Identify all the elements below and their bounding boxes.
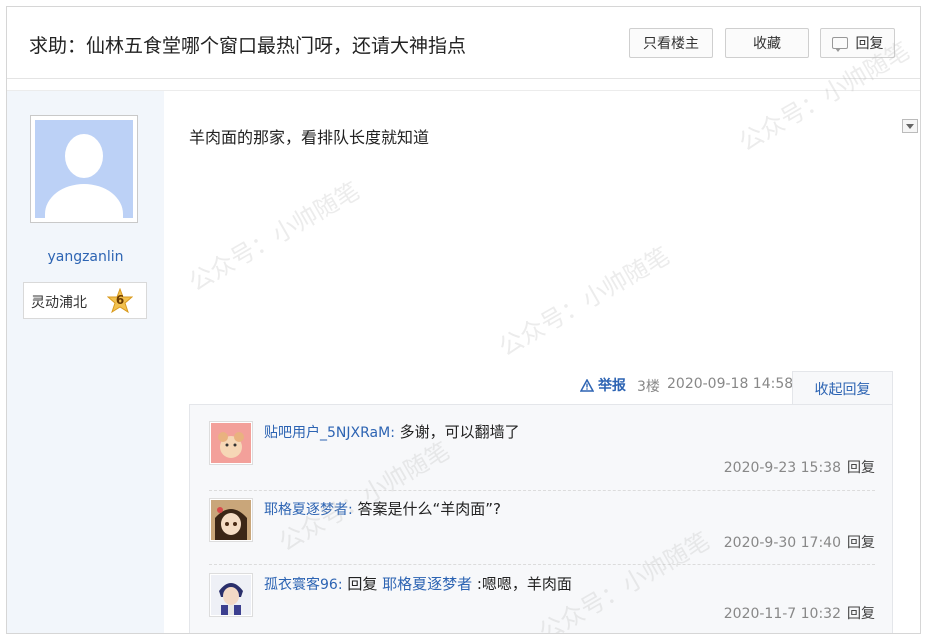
watermark: 公众号：小帅随笔 — [184, 176, 365, 297]
comment-reply-prefix: 回复 — [342, 575, 383, 593]
comment-username[interactable]: 孤衣寰客96 — [264, 577, 338, 593]
watermark: 公众号：小帅随笔 — [494, 241, 675, 362]
author-sidebar: yangzanlin 灵动浦北 6 — [7, 91, 164, 633]
level-star-icon: 6 — [106, 287, 134, 314]
comment-list: 贴吧用户_5NJXRaM: 多谢，可以翻墙了 2020-9-23 15:38 回复… — [189, 404, 893, 633]
comment-meta: 2020-9-30 17:40 回复 — [724, 532, 875, 552]
floor-number: 3楼 — [637, 379, 660, 395]
character-avatar-icon — [211, 575, 251, 615]
post-frame: 求助：仙林五食堂哪个窗口最热门呀，还请大神指点 只看楼主 收藏 回复 yangz… — [6, 6, 921, 634]
commenter-avatar[interactable] — [209, 498, 253, 542]
comment-time: 2020-9-30 17:40 — [723, 535, 841, 551]
mentioned-user-link[interactable]: 耶格夏逐梦者 — [382, 575, 472, 593]
report-label: 举报 — [598, 378, 626, 394]
comment-time: 2020-11-7 10:32 — [723, 606, 841, 622]
post-menu-toggle-icon[interactable] — [902, 119, 918, 133]
member-badge[interactable]: 灵动浦北 6 — [23, 282, 147, 319]
comment-body: 孤衣寰客96: 回复 耶格夏逐梦者 :嗯嗯，羊肉面 — [264, 573, 572, 594]
post-time: 2020-09-18 14:58 — [667, 376, 794, 392]
comment-icon — [831, 37, 848, 52]
comment-meta: 2020-9-23 15:38 回复 — [724, 457, 875, 477]
comment-item: 耶格夏逐梦者: 答案是什么“羊肉面”? 2020-9-30 17:40 回复 — [209, 498, 875, 565]
only-author-button[interactable]: 只看楼主 — [629, 28, 713, 58]
comment-text: :嗯嗯，羊肉面 — [472, 575, 572, 593]
comment-item: 贴吧用户_5NJXRaM: 多谢，可以翻墙了 2020-9-23 15:38 回复 — [209, 421, 875, 491]
post-content: 羊肉面的那家，看排队长度就知道 — [189, 128, 430, 147]
report-link[interactable]: 举报 — [580, 376, 626, 394]
comment-text: 答案是什么“羊肉面”? — [352, 500, 501, 518]
commenter-avatar[interactable] — [209, 421, 253, 465]
comment-reply-link[interactable]: 回复 — [847, 460, 875, 476]
comment-reply-link[interactable]: 回复 — [847, 606, 875, 622]
badge-name: 灵动浦北 — [31, 295, 87, 311]
comment-username[interactable]: 耶格夏逐梦者 — [264, 502, 348, 518]
author-username[interactable]: yangzanlin — [7, 249, 164, 265]
comment-reply-link[interactable]: 回复 — [847, 535, 875, 551]
favorite-button[interactable]: 收藏 — [725, 28, 809, 58]
warning-icon — [580, 378, 594, 392]
reply-button[interactable]: 回复 — [820, 28, 895, 58]
comment-username[interactable]: 贴吧用户_5NJXRaM — [264, 425, 390, 441]
author-avatar[interactable] — [30, 115, 138, 223]
thread-title: 求助：仙林五食堂哪个窗口最热门呀，还请大神指点 — [29, 35, 467, 57]
reply-button-label: 回复 — [855, 36, 884, 52]
default-avatar-icon — [35, 120, 133, 218]
comment-text: 多谢，可以翻墙了 — [394, 423, 520, 441]
commenter-avatar[interactable] — [209, 573, 253, 617]
level-number: 6 — [115, 293, 125, 307]
thread-header: 求助：仙林五食堂哪个窗口最热门呀，还请大神指点 只看楼主 收藏 回复 — [7, 7, 920, 79]
comment-body: 贴吧用户_5NJXRaM: 多谢，可以翻墙了 — [264, 421, 520, 442]
cat-avatar-icon — [211, 423, 251, 463]
comment-body: 耶格夏逐梦者: 答案是什么“羊肉面”? — [264, 498, 501, 519]
collapse-replies-button[interactable]: 收起回复 — [792, 371, 893, 405]
anime-avatar-icon — [211, 500, 251, 540]
comment-meta: 2020-11-7 10:32 回复 — [724, 603, 875, 623]
comment-item: 孤衣寰客96: 回复 耶格夏逐梦者 :嗯嗯，羊肉面 2020-11-7 10:3… — [209, 573, 875, 633]
comment-time: 2020-9-23 15:38 — [723, 460, 841, 476]
